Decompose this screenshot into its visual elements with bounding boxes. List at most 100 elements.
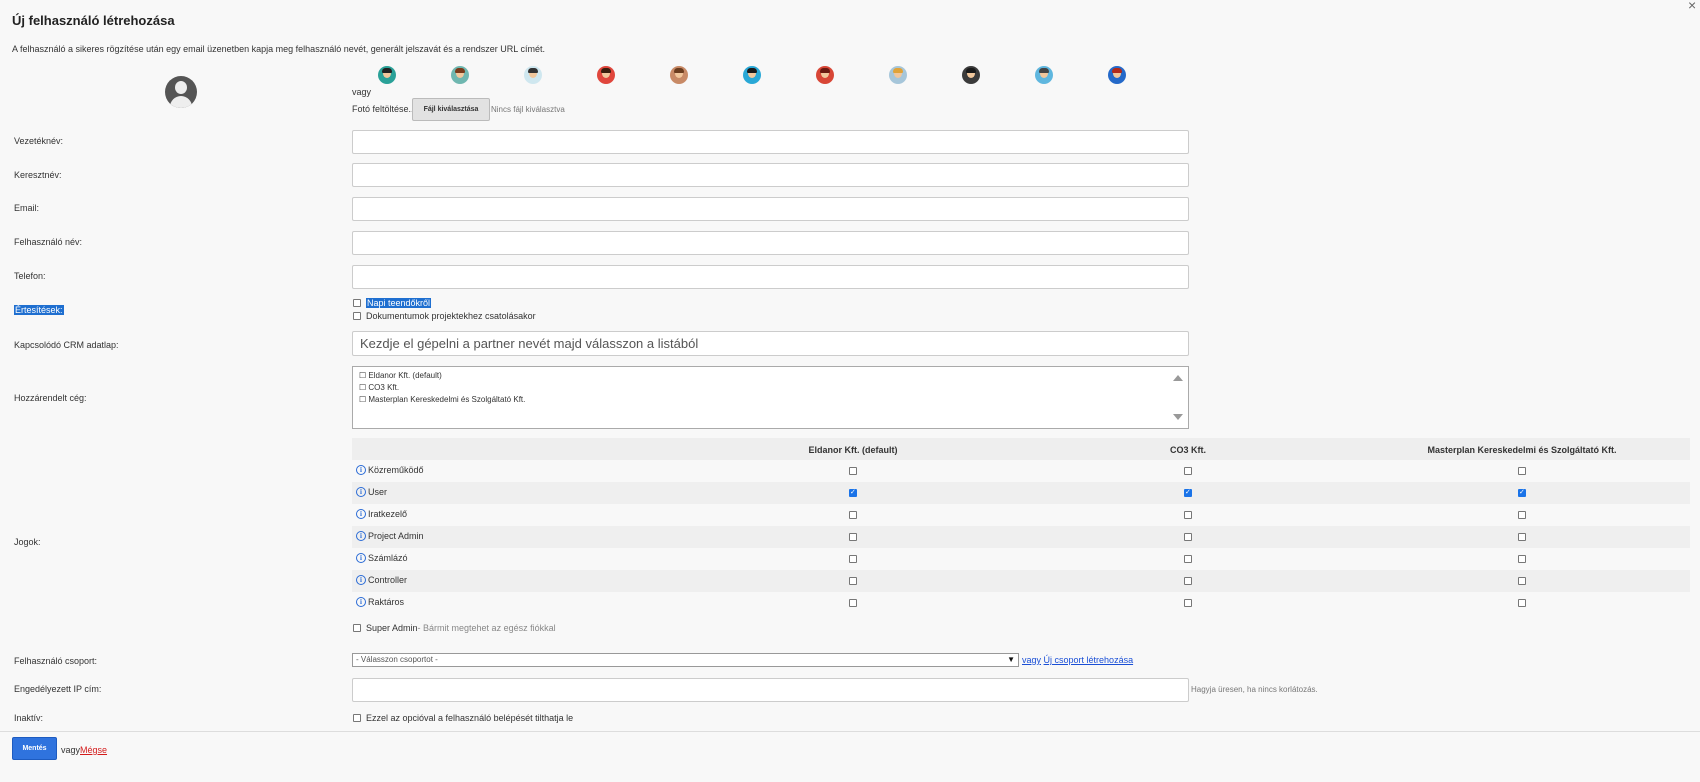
avatar-1-icon[interactable] <box>378 66 396 84</box>
group-select[interactable]: - Válasszon csoportot - ▼ <box>352 653 1019 667</box>
permission-row: i Iratkezelő <box>352 504 1690 526</box>
company-option[interactable]: ☐ CO3 Kft. <box>359 383 399 392</box>
permissions-header: Eldanor Kft. (default) CO3 Kft. Masterpl… <box>352 438 1690 460</box>
crm-search-input[interactable]: Kezdje el gépelni a partner nevét majd v… <box>352 331 1189 356</box>
save-button[interactable]: Mentés <box>12 737 57 760</box>
company-listbox[interactable]: ☐ Eldanor Kft. (default) ☐ CO3 Kft. ☐ Ma… <box>352 366 1189 429</box>
close-icon[interactable]: × <box>1688 0 1696 13</box>
inactive-option[interactable]: Ezzel az opcióval a felhasználó belépésé… <box>353 713 573 723</box>
column-header: Eldanor Kft. (default) <box>808 445 898 455</box>
phone-label: Telefon: <box>14 271 46 281</box>
permission-checkbox[interactable] <box>849 577 857 585</box>
permission-checkbox[interactable] <box>849 467 857 475</box>
permission-checkbox[interactable] <box>1518 487 1526 499</box>
permission-name: i User <box>356 487 387 497</box>
permission-checkbox[interactable] <box>1184 487 1192 499</box>
permission-checkbox[interactable] <box>849 599 857 607</box>
scroll-down-icon[interactable] <box>1173 414 1183 420</box>
ip-input[interactable] <box>352 678 1189 702</box>
super-admin-checkbox[interactable] <box>353 624 361 632</box>
permission-checkbox[interactable] <box>1518 467 1526 475</box>
info-icon[interactable]: i <box>356 509 366 519</box>
firstname-input[interactable] <box>352 163 1189 187</box>
permission-checkbox[interactable] <box>849 533 857 541</box>
permission-checkbox[interactable] <box>849 555 857 563</box>
email-input[interactable] <box>352 197 1189 221</box>
no-file-text: Nincs fájl kiválasztva <box>491 105 565 114</box>
permission-checkbox[interactable] <box>1518 511 1526 519</box>
avatar-6-icon[interactable] <box>743 66 761 84</box>
lastname-label: Vezetéknév: <box>14 136 64 146</box>
avatar-4-icon[interactable] <box>597 66 615 84</box>
group-label: Felhasználó csoport: <box>14 656 98 666</box>
notification-documents-option[interactable]: Dokumentumok projektekhez csatolásakor <box>353 311 536 321</box>
firstname-label: Keresztnév: <box>14 170 62 180</box>
info-icon[interactable]: i <box>356 553 366 563</box>
permission-name: i Számlázó <box>356 553 408 563</box>
info-icon[interactable]: i <box>356 531 366 541</box>
permission-checkbox[interactable] <box>1184 599 1192 607</box>
avatar-10-icon[interactable] <box>1035 66 1053 84</box>
notification-daily-option[interactable]: Napi teendőkről <box>353 298 432 308</box>
permission-checkbox[interactable] <box>1518 577 1526 585</box>
info-icon[interactable]: i <box>356 597 366 607</box>
company-option[interactable]: ☐ Eldanor Kft. (default) <box>359 371 442 380</box>
ip-hint: Hagyja üresen, ha nincs korlátozás. <box>1191 685 1318 694</box>
avatar-9-icon[interactable] <box>962 66 980 84</box>
permission-row: i Project Admin <box>352 526 1690 548</box>
permission-checkbox[interactable] <box>1184 511 1192 519</box>
phone-input[interactable] <box>352 265 1189 289</box>
permission-row: i Közreműködő <box>352 460 1690 482</box>
permission-checkbox[interactable] <box>1184 467 1192 475</box>
info-icon[interactable]: i <box>356 487 366 497</box>
file-select-button[interactable]: Fájl kiválasztása <box>412 98 490 121</box>
permission-row: i Controller <box>352 570 1690 592</box>
notification-documents-checkbox[interactable] <box>353 312 361 320</box>
avatar-11-icon[interactable] <box>1108 66 1126 84</box>
permission-checkbox[interactable] <box>849 511 857 519</box>
permission-checkbox[interactable] <box>1518 533 1526 541</box>
permission-checkbox[interactable] <box>849 487 857 499</box>
company-label: Hozzárendelt cég: <box>14 393 87 403</box>
avatar-7-icon[interactable] <box>816 66 834 84</box>
ip-label: Engedélyezett IP cím: <box>14 684 102 694</box>
cancel-link[interactable]: Mégse <box>80 745 107 755</box>
footer-or-text: vagy <box>61 745 81 755</box>
avatar-8-icon[interactable] <box>889 66 907 84</box>
permission-checkbox[interactable] <box>1184 555 1192 563</box>
super-admin-option[interactable]: Super Admin - Bármit megtehet az egész f… <box>353 623 556 633</box>
username-label: Felhasználó név: <box>14 237 83 247</box>
info-icon[interactable]: i <box>356 575 366 585</box>
inactive-label: Inaktív: <box>14 713 44 723</box>
avatar-2-icon[interactable] <box>451 66 469 84</box>
permission-name: i Raktáros <box>356 597 404 607</box>
permission-row: i Raktáros <box>352 592 1690 614</box>
dropdown-arrow-icon: ▼ <box>1007 655 1015 664</box>
username-input[interactable] <box>352 231 1189 255</box>
permission-checkbox[interactable] <box>1518 555 1526 563</box>
inactive-checkbox[interactable] <box>353 714 361 722</box>
avatar-5-icon[interactable] <box>670 66 688 84</box>
email-label: Email: <box>14 203 40 213</box>
photo-upload-label: Fotó feltöltése... <box>352 104 417 114</box>
permission-checkbox[interactable] <box>1184 533 1192 541</box>
create-group-link[interactable]: vagy Új csoport létrehozása <box>1022 655 1133 665</box>
info-icon[interactable]: i <box>356 465 366 475</box>
column-header: Masterplan Kereskedelmi és Szolgáltató K… <box>1427 445 1617 455</box>
permission-name: i Közreműködő <box>356 465 424 475</box>
column-header: CO3 Kft. <box>1170 445 1206 455</box>
notifications-label: Értesítések: <box>14 305 64 315</box>
permissions-label: Jogok: <box>14 537 41 547</box>
avatar-3-icon[interactable] <box>524 66 542 84</box>
intro-text: A felhasználó a sikeres rögzítése után e… <box>12 44 545 54</box>
permission-name: i Iratkezelő <box>356 509 407 519</box>
permission-checkbox[interactable] <box>1518 599 1526 607</box>
permission-checkbox[interactable] <box>1184 577 1192 585</box>
scroll-up-icon[interactable] <box>1173 375 1183 381</box>
photo-or-text: vagy <box>352 87 372 97</box>
notification-daily-checkbox[interactable] <box>353 299 361 307</box>
lastname-input[interactable] <box>352 130 1189 154</box>
company-option[interactable]: ☐ Masterplan Kereskedelmi és Szolgáltató… <box>359 395 525 404</box>
permission-row: i User <box>352 482 1690 504</box>
crm-label: Kapcsolódó CRM adatlap: <box>14 340 119 350</box>
